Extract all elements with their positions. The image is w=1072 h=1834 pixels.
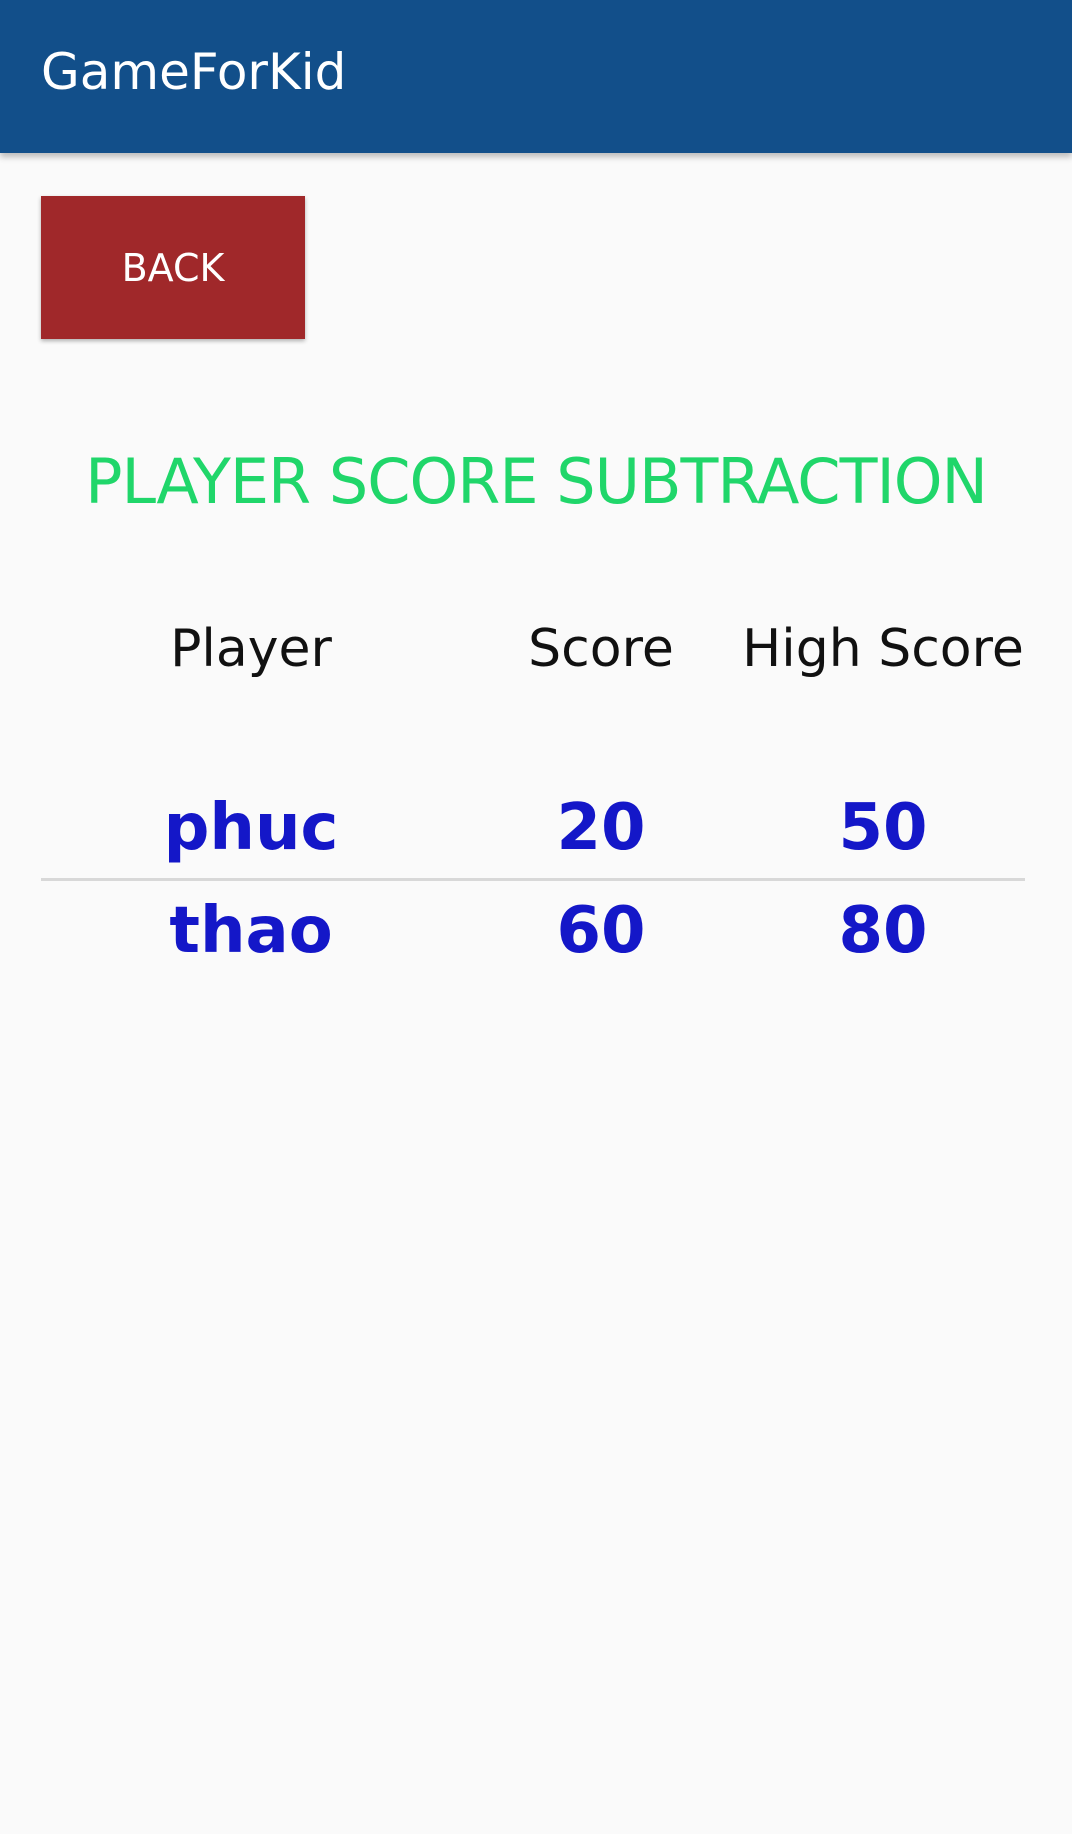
table-header-row: Player Score High Score	[41, 610, 1025, 688]
app-title: GameForKid	[41, 43, 347, 101]
player-high-score: 80	[838, 894, 928, 968]
player-score: 20	[556, 791, 646, 865]
back-button[interactable]: BACK	[41, 196, 305, 339]
player-name: thao	[169, 894, 333, 968]
table-row: phuc 20 50	[41, 778, 1025, 878]
player-name: phuc	[163, 791, 339, 865]
header-high-score: High Score	[742, 619, 1024, 679]
header-score: Score	[528, 619, 674, 679]
score-table: Player Score High Score phuc 20 50 thao …	[41, 610, 1025, 981]
header-player: Player	[170, 619, 332, 679]
table-row: thao 60 80	[41, 881, 1025, 981]
player-high-score: 50	[838, 791, 928, 865]
app-bar: GameForKid	[0, 0, 1072, 153]
page-title: PLAYER SCORE SUBTRACTION	[85, 445, 988, 518]
player-score: 60	[556, 894, 646, 968]
